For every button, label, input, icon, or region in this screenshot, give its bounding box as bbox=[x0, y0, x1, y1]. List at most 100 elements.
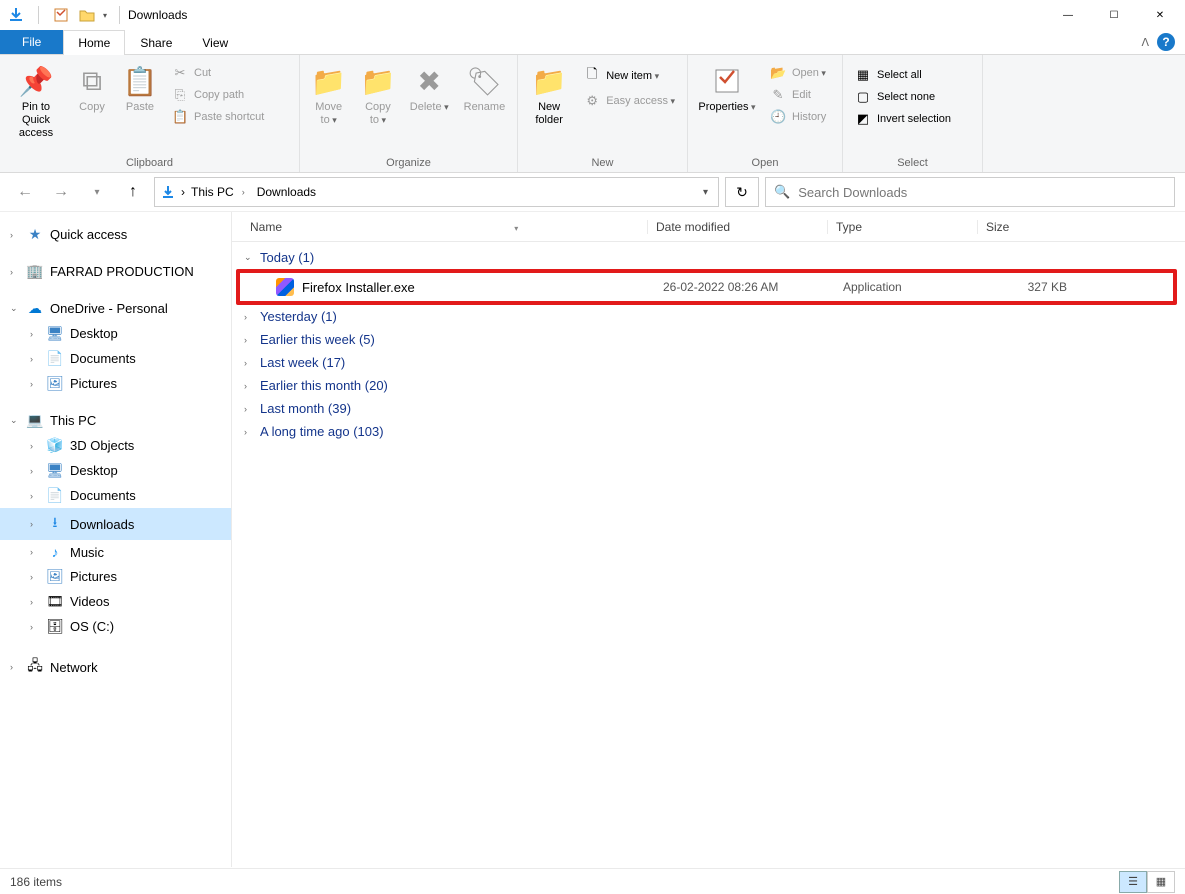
onedrive-icon: ☁ bbox=[26, 300, 44, 317]
group-last-week[interactable]: ›Last week (17) bbox=[232, 351, 1185, 374]
cut-button[interactable]: ✂Cut bbox=[166, 63, 270, 83]
nav-videos[interactable]: ›🎞Videos bbox=[0, 589, 231, 614]
nav-downloads[interactable]: ›⭳Downloads bbox=[0, 508, 231, 540]
nav-music[interactable]: ›♪Music bbox=[0, 540, 231, 564]
search-box[interactable]: 🔍 Search Downloads bbox=[765, 177, 1175, 207]
copy-to-button[interactable]: 📁 Copy to bbox=[355, 59, 400, 131]
new-item-icon: 🗋 bbox=[584, 65, 600, 87]
firefox-icon bbox=[276, 278, 294, 296]
copy-button[interactable]: ⧉ Copy bbox=[70, 59, 114, 118]
column-name[interactable]: Name bbox=[232, 220, 647, 234]
search-placeholder: Search Downloads bbox=[798, 185, 907, 200]
rename-button[interactable]: 🏷 Rename bbox=[458, 59, 511, 118]
nav-3d-objects[interactable]: ›🧊3D Objects bbox=[0, 433, 231, 458]
qat-dropdown-icon[interactable]: ▾ bbox=[103, 11, 107, 20]
breadcrumb-this-pc[interactable]: This PC› bbox=[189, 185, 251, 199]
group-yesterday[interactable]: ›Yesterday (1) bbox=[232, 305, 1185, 328]
edit-button[interactable]: ✎Edit bbox=[764, 85, 832, 105]
pictures-icon: 🖼 bbox=[46, 568, 64, 585]
breadcrumb-downloads[interactable]: Downloads bbox=[255, 185, 318, 199]
file-date: 26-02-2022 08:26 AM bbox=[655, 280, 835, 294]
select-none-button[interactable]: ▢Select none bbox=[849, 87, 957, 107]
forward-button[interactable]: → bbox=[46, 177, 76, 207]
nav-documents[interactable]: ›📄Documents bbox=[0, 483, 231, 508]
new-item-button[interactable]: 🗋New item bbox=[578, 63, 681, 89]
group-earlier-this-week[interactable]: ›Earlier this week (5) bbox=[232, 328, 1185, 351]
desktop-icon: 🖥 bbox=[46, 325, 64, 342]
column-size[interactable]: Size bbox=[977, 220, 1077, 234]
group-a-long-time-ago[interactable]: ›A long time ago (103) bbox=[232, 420, 1185, 443]
edit-icon: ✎ bbox=[770, 87, 786, 103]
nav-os-c[interactable]: ›🗄OS (C:) bbox=[0, 614, 231, 639]
nav-onedrive-documents[interactable]: ›📄Documents bbox=[0, 346, 231, 371]
file-name: Firefox Installer.exe bbox=[302, 280, 415, 295]
properties-button[interactable]: Properties bbox=[694, 59, 760, 118]
column-type[interactable]: Type bbox=[827, 220, 977, 234]
move-to-button[interactable]: 📁 Move to bbox=[306, 59, 351, 131]
building-icon: 🏢 bbox=[26, 263, 44, 280]
navigation-pane[interactable]: ›★Quick access ›🏢FARRAD PRODUCTION ⌄☁One… bbox=[0, 212, 232, 867]
nav-desktop[interactable]: ›🖥Desktop bbox=[0, 458, 231, 483]
group-today[interactable]: ⌄Today (1) bbox=[232, 246, 1185, 269]
videos-icon: 🎞 bbox=[46, 593, 64, 610]
details-view-button[interactable]: ☰ bbox=[1119, 871, 1147, 893]
view-tab[interactable]: View bbox=[187, 30, 243, 54]
file-type: Application bbox=[835, 280, 985, 294]
nav-network[interactable]: ›🖧Network bbox=[0, 651, 231, 683]
nav-this-pc[interactable]: ⌄💻This PC bbox=[0, 408, 231, 433]
home-tab[interactable]: Home bbox=[63, 30, 125, 55]
downloads-icon: ⭳ bbox=[46, 512, 64, 536]
delete-button[interactable]: ✖ Delete bbox=[405, 59, 454, 118]
paste-shortcut-button[interactable]: 📋Paste shortcut bbox=[166, 107, 270, 127]
help-icon[interactable]: ? bbox=[1157, 33, 1175, 51]
column-headers[interactable]: Name Date modified Type Size bbox=[232, 212, 1185, 242]
refresh-button[interactable]: ↻ bbox=[725, 177, 759, 207]
open-group-label: Open bbox=[688, 157, 842, 172]
address-dropdown-icon[interactable]: ▾ bbox=[703, 187, 714, 198]
column-date[interactable]: Date modified bbox=[647, 220, 827, 234]
new-folder-button[interactable]: 📁 New folder bbox=[524, 59, 574, 131]
open-button[interactable]: 📂Open bbox=[764, 63, 832, 83]
address-bar[interactable]: › This PC› Downloads ▾ bbox=[154, 177, 719, 207]
paste-button[interactable]: 📋 Paste bbox=[118, 59, 162, 118]
up-button[interactable]: ↑ bbox=[118, 177, 148, 207]
nav-farrad[interactable]: ›🏢FARRAD PRODUCTION bbox=[0, 259, 231, 284]
pin-icon: 📌 bbox=[19, 63, 54, 99]
nav-onedrive-pictures[interactable]: ›🖼Pictures bbox=[0, 371, 231, 396]
history-icon: 🕘 bbox=[770, 109, 786, 125]
title-bar: ▾ Downloads — ☐ ✕ bbox=[0, 0, 1185, 30]
window-title: Downloads bbox=[126, 8, 187, 22]
folder-qat-icon[interactable] bbox=[77, 5, 97, 25]
file-row-firefox[interactable]: Firefox Installer.exe 26-02-2022 08:26 A… bbox=[240, 273, 1173, 301]
nav-onedrive-desktop[interactable]: ›🖥Desktop bbox=[0, 321, 231, 346]
properties-qat-icon[interactable] bbox=[51, 5, 71, 25]
invert-selection-button[interactable]: ◩Invert selection bbox=[849, 109, 957, 129]
share-tab[interactable]: Share bbox=[125, 30, 187, 54]
chevron-right-icon[interactable]: › bbox=[181, 185, 185, 199]
pin-to-quick-access-button[interactable]: 📌 Pin to Quick access bbox=[6, 59, 66, 144]
copy-path-button[interactable]: ⎘Copy path bbox=[166, 85, 270, 105]
file-tab[interactable]: File bbox=[0, 30, 63, 54]
maximize-button[interactable]: ☐ bbox=[1091, 0, 1137, 30]
easy-access-icon: ⚙ bbox=[584, 93, 600, 109]
recent-locations-button[interactable]: ▾ bbox=[82, 177, 112, 207]
nav-pictures[interactable]: ›🖼Pictures bbox=[0, 564, 231, 589]
move-to-icon: 📁 bbox=[311, 63, 346, 99]
history-button[interactable]: 🕘History bbox=[764, 107, 832, 127]
paste-shortcut-icon: 📋 bbox=[172, 109, 188, 125]
group-last-month[interactable]: ›Last month (39) bbox=[232, 397, 1185, 420]
collapse-ribbon-icon[interactable]: ᐱ bbox=[1141, 36, 1149, 49]
easy-access-button[interactable]: ⚙Easy access bbox=[578, 91, 681, 111]
select-all-button[interactable]: ▦Select all bbox=[849, 65, 957, 85]
documents-icon: 📄 bbox=[46, 350, 64, 367]
close-button[interactable]: ✕ bbox=[1137, 0, 1183, 30]
group-earlier-this-month[interactable]: ›Earlier this month (20) bbox=[232, 374, 1185, 397]
large-icons-view-button[interactable]: ▦ bbox=[1147, 871, 1175, 893]
minimize-button[interactable]: — bbox=[1045, 0, 1091, 30]
nav-onedrive[interactable]: ⌄☁OneDrive - Personal bbox=[0, 296, 231, 321]
select-group-label: Select bbox=[843, 157, 982, 172]
file-list-pane: Name Date modified Type Size ⌄Today (1) … bbox=[232, 212, 1185, 867]
back-button[interactable]: ← bbox=[10, 177, 40, 207]
nav-quick-access[interactable]: ›★Quick access bbox=[0, 222, 231, 247]
clipboard-group-label: Clipboard bbox=[0, 157, 299, 172]
